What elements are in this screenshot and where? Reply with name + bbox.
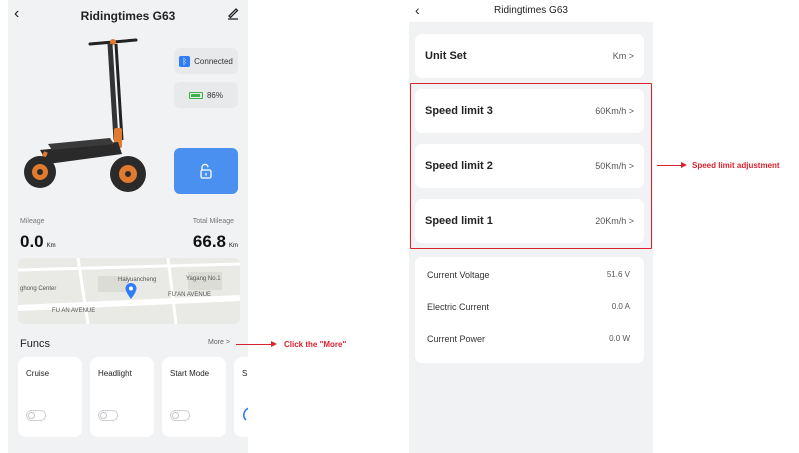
page-title: Ridingtimes G63: [494, 5, 568, 16]
funcs-title: Funcs: [20, 338, 50, 350]
more-annotation-text: Click the "More": [284, 340, 347, 349]
location-map[interactable]: Haiyuancheng Yagang No.1 ghong Center FU…: [18, 258, 240, 324]
speed-limit-highlight: [410, 83, 652, 249]
map-label: Yagang No.1: [186, 276, 221, 282]
speed-annotation-arrow: [657, 162, 687, 168]
unlock-icon: [200, 163, 212, 179]
start-mode-toggle[interactable]: [170, 410, 190, 421]
edit-pencil-icon[interactable]: [226, 6, 240, 20]
mileage-number: 0.0: [20, 232, 44, 251]
info-value: 0.0 W: [609, 334, 630, 343]
func-label: S: [242, 369, 248, 378]
total-mileage-value: 66.8 Km: [193, 232, 238, 252]
mileage-unit: Km: [46, 243, 56, 249]
row-value: Km >: [612, 51, 634, 61]
total-mileage-number: 66.8: [192, 232, 226, 251]
func-card-headlight[interactable]: Headlight: [90, 357, 154, 437]
row-label: Unit Set: [425, 50, 467, 62]
info-card: Current Voltage 51.6 V Electric Current …: [415, 257, 644, 363]
mileage-label: Mileage: [20, 218, 45, 225]
speed-annotation-text: Speed limit adjustment: [692, 161, 780, 170]
func-card-start-mode[interactable]: Start Mode: [162, 357, 226, 437]
connection-label: Connected: [194, 56, 233, 66]
cruise-toggle[interactable]: [26, 410, 46, 421]
bluetooth-icon: ᛒ: [179, 55, 191, 67]
info-value: 0.0 A: [611, 302, 630, 311]
info-label: Current Voltage: [427, 270, 490, 280]
more-link[interactable]: More >: [208, 339, 230, 346]
battery-status: 86%: [174, 82, 238, 108]
unit-set-row[interactable]: Unit Set Km >: [415, 34, 644, 78]
home-screen: ‹ Ridingtimes G63 ᛒ Connected 86% Mileag…: [8, 0, 248, 453]
top-bar: ‹ Ridingtimes G63: [8, 0, 248, 32]
func-label: Start Mode: [170, 369, 210, 378]
page-title: Ridingtimes G63: [80, 9, 176, 23]
mileage-value: 0.0 Km: [20, 232, 56, 252]
func-card-cruise[interactable]: Cruise: [18, 357, 82, 437]
top-bar: ‹ Ridingtimes G63: [409, 0, 653, 22]
battery-icon: [188, 91, 203, 99]
map-label: ghong Center: [20, 286, 57, 292]
lock-button[interactable]: [174, 148, 238, 194]
map-label: FU AN AVENUE: [52, 308, 96, 314]
func-card-partial[interactable]: S: [234, 357, 248, 437]
total-mileage-unit: Km: [229, 243, 238, 249]
connection-status: ᛒ Connected: [174, 48, 238, 74]
scooter-image: [24, 38, 146, 192]
map-label: FU'AN AVENUE: [168, 292, 212, 298]
location-pin-icon: [125, 283, 137, 299]
info-label: Current Power: [427, 334, 486, 344]
func-label: Cruise: [26, 369, 50, 378]
more-annotation-arrow: [236, 341, 277, 347]
speed-gauge-icon: [243, 407, 248, 421]
headlight-toggle[interactable]: [98, 410, 118, 421]
total-mileage-label: Total Mileage: [192, 218, 234, 225]
func-label: Headlight: [98, 369, 132, 378]
battery-label: 86%: [206, 90, 223, 100]
info-label: Electric Current: [427, 302, 490, 312]
info-value: 51.6 V: [606, 270, 630, 279]
